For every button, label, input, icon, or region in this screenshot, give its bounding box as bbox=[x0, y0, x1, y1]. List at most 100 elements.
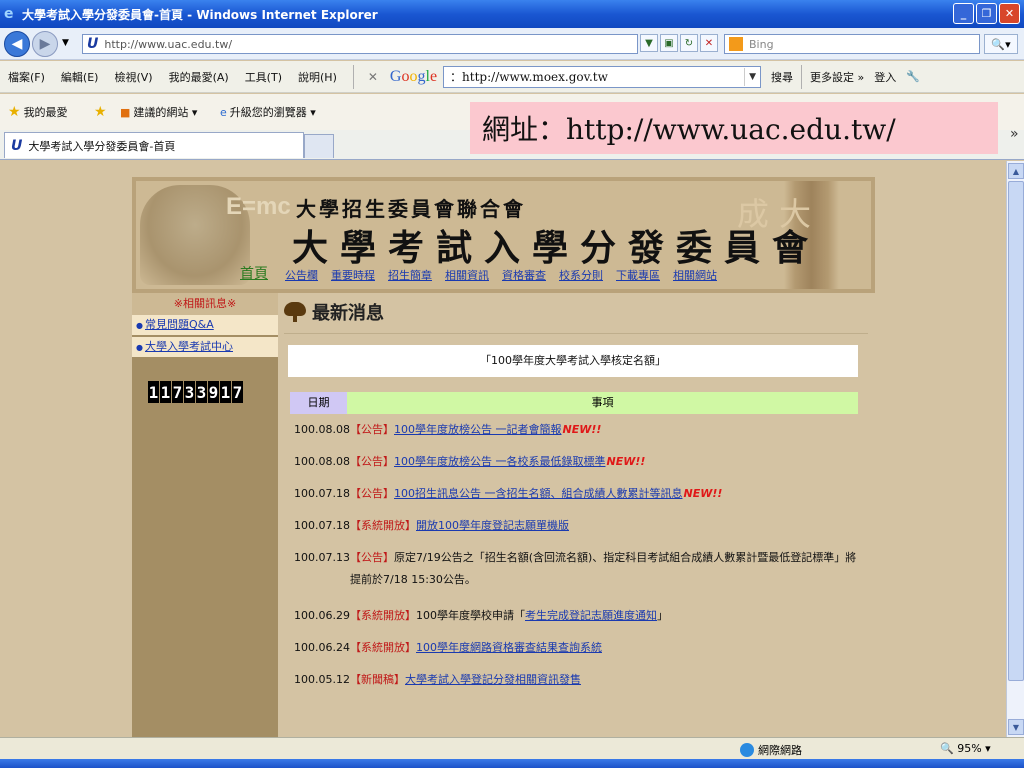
scroll-down-icon[interactable]: ▼ bbox=[1008, 719, 1024, 735]
address-actions: ▼ ▣ ↻ ✕ bbox=[640, 34, 718, 52]
news-body: 【公告】100學年度放榜公告 一各校系最低錄取標準NEW!! bbox=[350, 455, 864, 469]
favorites-button[interactable]: ★ 我的最愛 bbox=[8, 104, 68, 120]
tree-icon bbox=[284, 302, 306, 322]
news-body: 【公告】100學年度放榜公告 一記者會簡報NEW!! bbox=[350, 423, 864, 437]
news-row: 100.07.18 【公告】100招生訊息公告 一含招生名額、組合成績人數累計等訊… bbox=[294, 487, 864, 501]
more-settings-button[interactable]: 更多設定 » bbox=[810, 69, 864, 85]
menu-edit[interactable]: 編輯(E) bbox=[53, 69, 107, 85]
news-row: 100.05.12 【新聞稿】大學考試入學登記分發相關資訊發售 bbox=[294, 673, 864, 687]
menu-help[interactable]: 說明(H) bbox=[290, 69, 345, 85]
stop-icon[interactable]: ✕ bbox=[700, 34, 718, 52]
suggested-sites-button[interactable]: ■ 建議的網站 ▾ bbox=[120, 104, 197, 120]
google-search-dropdown-icon[interactable]: ▼ bbox=[744, 67, 760, 86]
scroll-up-icon[interactable]: ▲ bbox=[1008, 163, 1024, 179]
sidebar-link-ceec[interactable]: 大學入學考試中心 bbox=[145, 340, 233, 353]
counter-digit: 3 bbox=[196, 381, 207, 403]
news-link[interactable]: 100學年度放榜公告 一記者會簡報 bbox=[394, 423, 562, 436]
news-row: 100.08.08 【公告】100學年度放榜公告 一各校系最低錄取標準NEW!! bbox=[294, 455, 864, 469]
news-link[interactable]: 100招生訊息公告 一含招生名額、組合成績人數累計等訊息 bbox=[394, 487, 683, 500]
refresh-icon[interactable]: ↻ bbox=[680, 34, 698, 52]
google-toolbar-close-icon[interactable]: ✕ bbox=[368, 70, 378, 84]
sidebar-item-ceec[interactable]: ● 大學入學考試中心 bbox=[132, 337, 278, 359]
news-heading: 最新消息 bbox=[284, 299, 384, 325]
add-to-favorites-bar-button[interactable]: ★ bbox=[94, 104, 107, 120]
window-controls: _ ❐ ✕ bbox=[953, 3, 1020, 24]
news-date: 100.06.24 bbox=[294, 641, 350, 654]
scroll-thumb[interactable] bbox=[1008, 181, 1024, 681]
news-tag: 【系統開放】 bbox=[350, 641, 416, 654]
menu-tools[interactable]: 工具(T) bbox=[237, 69, 290, 85]
restore-button[interactable]: ❐ bbox=[976, 3, 997, 24]
news-tag: 【系統開放】 bbox=[350, 609, 416, 622]
nav-departments[interactable]: 校系分則 bbox=[559, 267, 603, 283]
news-table-header: 日期 事項 bbox=[290, 392, 858, 414]
nav-downloads[interactable]: 下載專區 bbox=[616, 267, 660, 283]
forward-button[interactable]: ▶ bbox=[32, 31, 58, 57]
status-bar: 網際網路 🔍 95% ▾ bbox=[0, 737, 1024, 759]
sidebar-heading: ※相關訊息※ bbox=[132, 293, 278, 315]
banner-subtitle: 大學招生委員會聯合會 bbox=[296, 197, 526, 221]
news-tag: 【公告】 bbox=[350, 455, 394, 468]
toolbar-separator bbox=[352, 64, 354, 89]
sidebar: ※相關訊息※ ● 常見問題Q&A ● 大學入學考試中心 11733917 bbox=[132, 293, 278, 737]
toolbar-overflow-icon[interactable]: » bbox=[1010, 126, 1019, 142]
bing-search-input[interactable]: Bing bbox=[724, 34, 980, 54]
window-title: 大學考試入學分發委員會-首頁 - Windows Internet Explor… bbox=[22, 8, 378, 22]
url-dropdown-icon[interactable]: ▼ bbox=[640, 34, 658, 52]
tab-current[interactable]: U 大學考試入學分發委員會-首頁 bbox=[4, 132, 304, 158]
sidebar-link-faq[interactable]: 常見問題Q&A bbox=[145, 318, 214, 331]
bing-icon bbox=[729, 37, 743, 51]
url-input[interactable]: U http://www.uac.edu.tw/ bbox=[82, 34, 638, 54]
new-tab-button[interactable] bbox=[304, 134, 334, 158]
recent-pages-dropdown-icon[interactable]: ▼ bbox=[62, 38, 69, 48]
upgrade-browser-button[interactable]: e 升級您的瀏覽器 ▾ bbox=[220, 104, 316, 120]
news-tag: 【系統開放】 bbox=[350, 519, 416, 532]
sidebar-item-faq[interactable]: ● 常見問題Q&A bbox=[132, 315, 278, 337]
news-row: 100.07.13 【公告】原定7/19公告之「招生名額(含回流名額)、指定科目考… bbox=[294, 551, 864, 591]
zoom-control[interactable]: 🔍 95% ▾ bbox=[940, 742, 991, 755]
nav-qualification[interactable]: 資格審查 bbox=[502, 267, 546, 283]
main-nav: 首頁 公告欄 重要時程 招生簡章 相關資訊 資格審查 校系分則 下載專區 相關網… bbox=[240, 263, 717, 283]
news-date: 100.07.18 bbox=[294, 519, 350, 532]
minimize-button[interactable]: _ bbox=[953, 3, 974, 24]
new-badge: NEW!! bbox=[562, 423, 602, 436]
favorites-label: 我的最愛 bbox=[23, 106, 68, 119]
search-button[interactable]: 🔍▾ bbox=[984, 34, 1018, 54]
compatibility-view-icon[interactable]: ▣ bbox=[660, 34, 678, 52]
nav-bulletin[interactable]: 公告欄 bbox=[285, 267, 318, 283]
news-link[interactable]: 100學年度網路資格審查結果查詢系統 bbox=[416, 641, 602, 654]
bullet-icon: ● bbox=[136, 321, 143, 330]
wrench-icon[interactable]: 🔧 bbox=[906, 70, 920, 83]
news-date: 100.07.13 bbox=[294, 551, 350, 564]
menu-file[interactable]: 檔案(F) bbox=[0, 69, 53, 85]
menu-favorites[interactable]: 我的最愛(A) bbox=[161, 69, 237, 85]
news-link[interactable]: 考生完成登記志願進度通知 bbox=[525, 609, 657, 622]
favorites-star-icon: ★ bbox=[8, 104, 21, 120]
tab-favicon-icon: U bbox=[11, 137, 23, 154]
news-link[interactable]: 100學年度放榜公告 一各校系最低錄取標準 bbox=[394, 455, 606, 468]
nav-links[interactable]: 相關網站 bbox=[673, 267, 717, 283]
google-search-input[interactable]: ：http://www.moex.gov.tw ▼ bbox=[443, 65, 762, 88]
globe-icon bbox=[740, 743, 754, 757]
close-button[interactable]: ✕ bbox=[999, 3, 1020, 24]
ie-icon: e bbox=[220, 105, 227, 119]
login-button[interactable]: 登入 bbox=[874, 69, 896, 85]
back-button[interactable]: ◀ bbox=[4, 31, 30, 57]
news-date: 100.07.18 bbox=[294, 487, 350, 500]
nav-home[interactable]: 首頁 bbox=[240, 263, 268, 283]
news-body: 【系統開放】100學年度網路資格審查結果查詢系統 bbox=[350, 641, 864, 655]
vertical-scrollbar[interactable]: ▲ ▼ bbox=[1006, 161, 1024, 737]
news-link[interactable]: 開放100學年度登記志願單機版 bbox=[416, 519, 569, 532]
nav-brochure[interactable]: 招生簡章 bbox=[388, 267, 432, 283]
nav-info[interactable]: 相關資訊 bbox=[445, 267, 489, 283]
google-search-button[interactable]: 搜尋 bbox=[771, 69, 793, 85]
main-content: 最新消息 「100學年度大學考試入學核定名額」 日期 事項 100.08.08 【… bbox=[278, 293, 875, 737]
news-row: 100.08.08 【公告】100學年度放榜公告 一記者會簡報NEW!! bbox=[294, 423, 864, 437]
counter-digit: 1 bbox=[148, 381, 159, 403]
bullet-icon: ● bbox=[136, 343, 143, 352]
nav-schedule[interactable]: 重要時程 bbox=[331, 267, 375, 283]
news-link[interactable]: 大學考試入學登記分發相關資訊發售 bbox=[405, 673, 581, 686]
menu-view[interactable]: 檢視(V) bbox=[106, 69, 160, 85]
bing-placeholder: Bing bbox=[749, 37, 774, 51]
col-item-header: 事項 bbox=[347, 392, 858, 414]
